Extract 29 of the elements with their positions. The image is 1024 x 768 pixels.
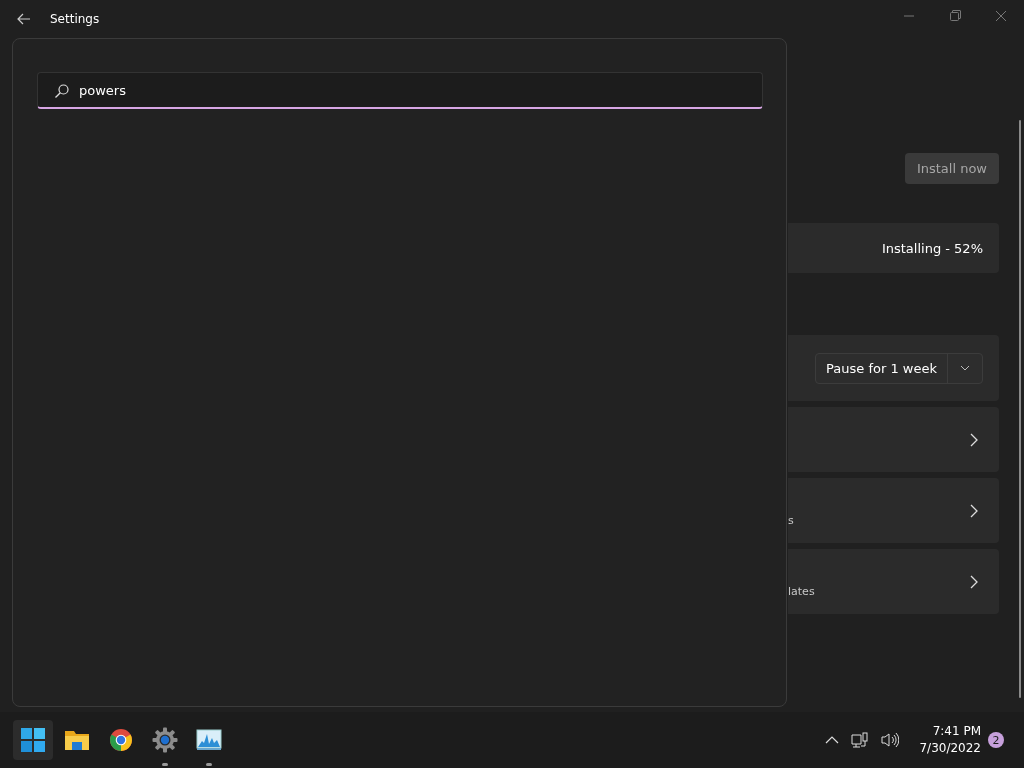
search-icon xyxy=(54,83,70,99)
row-description: s xyxy=(788,514,794,527)
search-field[interactable]: powers xyxy=(37,72,763,109)
settings-row[interactable]: s xyxy=(788,478,999,543)
folder-icon xyxy=(64,728,90,752)
start-button[interactable] xyxy=(13,720,53,760)
pause-dropdown[interactable]: Pause for 1 week xyxy=(815,352,983,384)
settings-row[interactable]: lates xyxy=(788,549,999,614)
time-text: 7:41 PM xyxy=(932,723,981,740)
notification-badge[interactable]: 2 xyxy=(988,732,1004,748)
clock[interactable]: 7:41 PM 7/30/2022 xyxy=(919,723,981,757)
chevron-right-icon xyxy=(969,503,979,518)
chevron-down-icon xyxy=(960,365,970,371)
window-title: Settings xyxy=(50,12,100,26)
scrollbar[interactable] xyxy=(1019,120,1021,698)
install-status: Installing - 52% xyxy=(881,240,983,256)
performance-graph-icon xyxy=(196,729,222,751)
browser-icon xyxy=(109,728,133,752)
chevron-up-icon[interactable] xyxy=(825,736,840,744)
network-icon[interactable] xyxy=(851,732,870,748)
install-now-button[interactable]: Install now xyxy=(904,153,999,184)
chevron-right-icon xyxy=(969,574,979,589)
windows-logo-icon xyxy=(20,727,46,753)
pause-button[interactable]: Pause for 1 week xyxy=(816,353,948,383)
row-description: lates xyxy=(788,585,815,598)
back-icon[interactable] xyxy=(16,11,32,27)
chevron-right-icon xyxy=(969,432,979,447)
volume-icon[interactable] xyxy=(881,732,900,748)
date-text: 7/30/2022 xyxy=(919,740,981,757)
